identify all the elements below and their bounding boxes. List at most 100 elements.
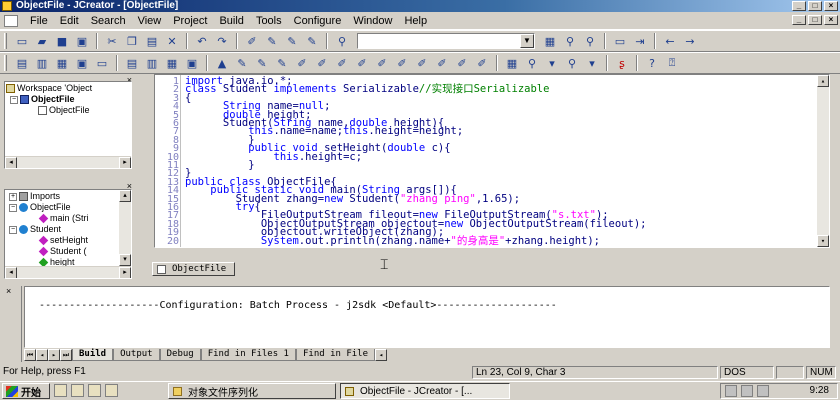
- help-icon[interactable]: ?: [643, 54, 661, 72]
- taskbar-button-jcreator[interactable]: ObjectFile - JCreator - [...: [340, 383, 510, 399]
- new-file-icon[interactable]: ▭: [13, 32, 31, 50]
- doc-close-button[interactable]: ×: [824, 15, 838, 25]
- output-view-icon[interactable]: ▦: [53, 54, 71, 72]
- stop-build-icon[interactable]: ▣: [183, 54, 201, 72]
- pencil-icon[interactable]: ✐: [413, 54, 431, 72]
- workspace-node[interactable]: Workspace 'Object: [6, 83, 131, 94]
- format-icon[interactable]: ʂ: [613, 54, 631, 72]
- scroll-left-icon[interactable]: ◂: [5, 157, 17, 168]
- collapse-icon[interactable]: −: [9, 203, 17, 212]
- collapse-icon[interactable]: −: [10, 95, 18, 104]
- toolbar-grip[interactable]: [4, 55, 7, 71]
- member-node-setheight[interactable]: setHeight: [9, 235, 131, 246]
- pencil-icon[interactable]: ✐: [293, 54, 311, 72]
- menu-configure[interactable]: Configure: [288, 13, 348, 29]
- member-dropdown-icon[interactable]: ▾: [543, 54, 561, 72]
- run-icon[interactable]: ▲: [213, 54, 231, 72]
- forward-icon[interactable]: →: [681, 32, 699, 50]
- method-icon[interactable]: ⚲: [563, 54, 581, 72]
- taskbar-button-folder[interactable]: 对象文件序列化: [168, 383, 336, 399]
- scroll-up-icon[interactable]: ▴: [119, 190, 131, 202]
- close-button[interactable]: ×: [824, 1, 838, 11]
- bookmark-clear-icon[interactable]: ✎: [303, 32, 321, 50]
- fullscreen-icon[interactable]: ▣: [73, 54, 91, 72]
- tab-scroll-left-icon[interactable]: ◂: [36, 349, 48, 361]
- doc-minimize-button[interactable]: _: [792, 15, 806, 25]
- pencil-icon[interactable]: ✐: [373, 54, 391, 72]
- find-icon[interactable]: ⚲: [333, 32, 351, 50]
- maximize-button[interactable]: □: [808, 1, 822, 11]
- code-editor[interactable]: 1 import java.io.*; 2 class Student impleme…: [154, 74, 830, 248]
- class-node-student[interactable]: − Student: [9, 224, 131, 235]
- workspace-hscroll[interactable]: ◂ ▸: [5, 156, 131, 168]
- member-node-main[interactable]: main (Stri: [9, 213, 131, 224]
- menu-window[interactable]: Window: [347, 13, 398, 29]
- bookmark-toggle-icon[interactable]: ✐: [243, 32, 261, 50]
- pencil-icon[interactable]: ✐: [333, 54, 351, 72]
- scroll-right-icon[interactable]: ▸: [119, 157, 131, 168]
- document-icon[interactable]: [4, 14, 18, 27]
- menu-help[interactable]: Help: [398, 13, 433, 29]
- tab-debug[interactable]: Debug: [159, 349, 201, 361]
- start-button[interactable]: 开始: [2, 383, 50, 399]
- find-combo[interactable]: ▼: [357, 33, 535, 49]
- tab-objectfile[interactable]: ObjectFile: [152, 262, 236, 276]
- tab-scroll-right-icon[interactable]: ▸: [48, 349, 60, 361]
- menu-project[interactable]: Project: [167, 13, 213, 29]
- quicklaunch-icon[interactable]: [88, 384, 101, 397]
- quicklaunch-icon[interactable]: [54, 384, 67, 397]
- redo-icon[interactable]: ↷: [213, 32, 231, 50]
- window-list-icon[interactable]: ▭: [93, 54, 111, 72]
- scroll-left-icon[interactable]: ◂: [375, 349, 388, 361]
- bookmark-prev-icon[interactable]: ✎: [283, 32, 301, 50]
- output-panel[interactable]: --------------------Configuration: Batch…: [24, 286, 830, 348]
- save-all-icon[interactable]: ▣: [73, 32, 91, 50]
- class-wizard-icon[interactable]: ▦: [503, 54, 521, 72]
- context-help-icon[interactable]: ⍰: [663, 54, 681, 72]
- find-prev-icon[interactable]: ⚲: [581, 32, 599, 50]
- doc-restore-button[interactable]: □: [808, 15, 822, 25]
- pencil-icon[interactable]: ✐: [353, 54, 371, 72]
- app-icon[interactable]: [2, 1, 12, 11]
- member-icon[interactable]: ⚲: [523, 54, 541, 72]
- tab-find-in-files-2[interactable]: Find in File: [295, 349, 376, 361]
- close-icon[interactable]: ×: [6, 286, 11, 296]
- tray-icon[interactable]: [741, 385, 753, 397]
- undo-icon[interactable]: ↶: [193, 32, 211, 50]
- delete-icon[interactable]: ✕: [163, 32, 181, 50]
- pencil-icon[interactable]: ✐: [393, 54, 411, 72]
- breakpoint-icon[interactable]: ✎: [273, 54, 291, 72]
- bookmark-next-icon[interactable]: ✎: [263, 32, 281, 50]
- editor-vscroll[interactable]: ▴ ▾: [817, 75, 829, 247]
- workspace-view-icon[interactable]: ▤: [13, 54, 31, 72]
- file-node[interactable]: ObjectFile: [6, 105, 131, 116]
- compile-file-icon[interactable]: ▤: [123, 54, 141, 72]
- menu-file[interactable]: File: [24, 13, 54, 29]
- back-icon[interactable]: ←: [661, 32, 679, 50]
- scroll-left-icon[interactable]: ◂: [5, 267, 17, 278]
- chevron-down-icon[interactable]: ▼: [520, 34, 534, 48]
- cut-icon[interactable]: ✂: [103, 32, 121, 50]
- pencil-icon[interactable]: ✐: [433, 54, 451, 72]
- method-dropdown-icon[interactable]: ▾: [583, 54, 601, 72]
- pencil-icon[interactable]: ✐: [313, 54, 331, 72]
- build-project-icon[interactable]: ▥: [143, 54, 161, 72]
- paste-icon[interactable]: ▤: [143, 32, 161, 50]
- pencil-icon[interactable]: ✐: [473, 54, 491, 72]
- scroll-down-icon[interactable]: ▾: [817, 235, 829, 247]
- menu-view[interactable]: View: [132, 13, 168, 29]
- rebuild-icon[interactable]: ▦: [163, 54, 181, 72]
- quicklaunch-icon[interactable]: [105, 384, 118, 397]
- tray-icon[interactable]: [725, 385, 737, 397]
- tab-build[interactable]: Build: [72, 349, 114, 361]
- scroll-up-icon[interactable]: ▴: [817, 75, 829, 87]
- scroll-down-icon[interactable]: ▾: [119, 254, 131, 266]
- open-folder-icon[interactable]: ▰: [33, 32, 51, 50]
- debug-icon[interactable]: ✎: [233, 54, 251, 72]
- toolbar-grip[interactable]: [4, 33, 7, 49]
- imports-node[interactable]: + Imports: [9, 191, 131, 202]
- minimize-button[interactable]: _: [792, 1, 806, 11]
- menu-search[interactable]: Search: [85, 13, 132, 29]
- classview-vscroll[interactable]: ▴ ▾: [119, 190, 131, 266]
- save-icon[interactable]: ■: [53, 32, 71, 50]
